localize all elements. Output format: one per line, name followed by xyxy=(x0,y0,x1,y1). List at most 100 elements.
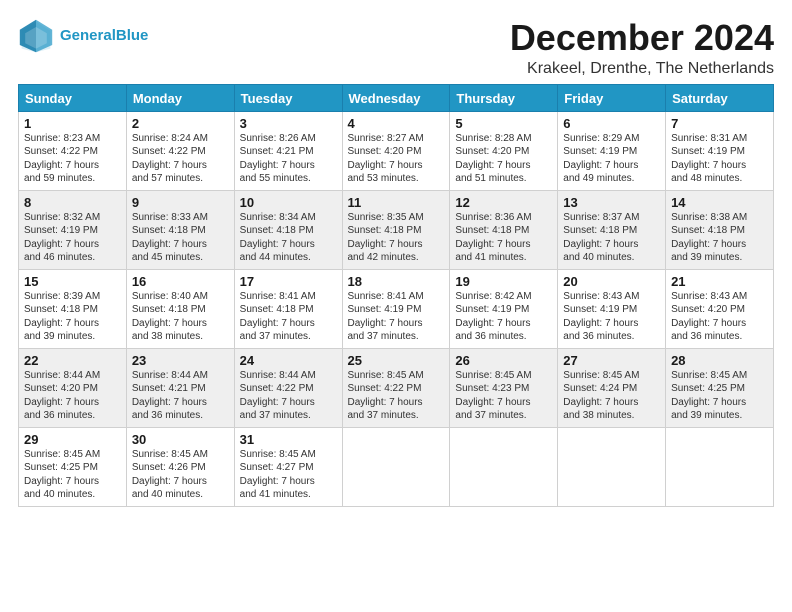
day-number: 13 xyxy=(563,195,660,210)
day-detail: Sunrise: 8:23 AMSunset: 4:22 PMDaylight:… xyxy=(24,132,121,186)
day-number: 2 xyxy=(132,116,229,131)
calendar-cell: 14 Sunrise: 8:38 AMSunset: 4:18 PMDaylig… xyxy=(666,190,774,269)
calendar-cell: 5 Sunrise: 8:28 AMSunset: 4:20 PMDayligh… xyxy=(450,111,558,190)
day-number: 21 xyxy=(671,274,768,289)
calendar: Sunday Monday Tuesday Wednesday Thursday… xyxy=(18,84,774,507)
day-number: 10 xyxy=(240,195,337,210)
day-number: 1 xyxy=(24,116,121,131)
day-number: 31 xyxy=(240,432,337,447)
day-number: 29 xyxy=(24,432,121,447)
day-number: 17 xyxy=(240,274,337,289)
day-number: 27 xyxy=(563,353,660,368)
logo-text: GeneralBlue xyxy=(60,28,148,45)
month-title: December 2024 xyxy=(510,18,774,58)
day-detail: Sunrise: 8:24 AMSunset: 4:22 PMDaylight:… xyxy=(132,132,229,186)
week-row-4: 22 Sunrise: 8:44 AMSunset: 4:20 PMDaylig… xyxy=(19,348,774,427)
logo-general: General xyxy=(60,27,116,44)
calendar-cell: 10 Sunrise: 8:34 AMSunset: 4:18 PMDaylig… xyxy=(234,190,342,269)
day-number: 23 xyxy=(132,353,229,368)
header-sunday: Sunday xyxy=(19,84,127,111)
page: GeneralBlue December 2024 Krakeel, Drent… xyxy=(0,0,792,612)
calendar-cell xyxy=(558,427,666,506)
header-tuesday: Tuesday xyxy=(234,84,342,111)
day-number: 25 xyxy=(348,353,445,368)
calendar-cell: 28 Sunrise: 8:45 AMSunset: 4:25 PMDaylig… xyxy=(666,348,774,427)
week-row-2: 8 Sunrise: 8:32 AMSunset: 4:19 PMDayligh… xyxy=(19,190,774,269)
day-detail: Sunrise: 8:32 AMSunset: 4:19 PMDaylight:… xyxy=(24,211,121,265)
day-detail: Sunrise: 8:43 AMSunset: 4:20 PMDaylight:… xyxy=(671,290,768,344)
day-detail: Sunrise: 8:43 AMSunset: 4:19 PMDaylight:… xyxy=(563,290,660,344)
day-number: 30 xyxy=(132,432,229,447)
calendar-cell: 31 Sunrise: 8:45 AMSunset: 4:27 PMDaylig… xyxy=(234,427,342,506)
calendar-cell: 9 Sunrise: 8:33 AMSunset: 4:18 PMDayligh… xyxy=(126,190,234,269)
calendar-cell: 17 Sunrise: 8:41 AMSunset: 4:18 PMDaylig… xyxy=(234,269,342,348)
day-detail: Sunrise: 8:45 AMSunset: 4:26 PMDaylight:… xyxy=(132,448,229,502)
day-number: 18 xyxy=(348,274,445,289)
calendar-cell: 23 Sunrise: 8:44 AMSunset: 4:21 PMDaylig… xyxy=(126,348,234,427)
day-number: 12 xyxy=(455,195,552,210)
calendar-cell: 26 Sunrise: 8:45 AMSunset: 4:23 PMDaylig… xyxy=(450,348,558,427)
day-detail: Sunrise: 8:31 AMSunset: 4:19 PMDaylight:… xyxy=(671,132,768,186)
day-detail: Sunrise: 8:37 AMSunset: 4:18 PMDaylight:… xyxy=(563,211,660,265)
location-title: Krakeel, Drenthe, The Netherlands xyxy=(510,60,774,78)
day-detail: Sunrise: 8:45 AMSunset: 4:27 PMDaylight:… xyxy=(240,448,337,502)
calendar-cell xyxy=(450,427,558,506)
logo-blue: Blue xyxy=(116,27,149,44)
calendar-cell: 19 Sunrise: 8:42 AMSunset: 4:19 PMDaylig… xyxy=(450,269,558,348)
calendar-cell: 7 Sunrise: 8:31 AMSunset: 4:19 PMDayligh… xyxy=(666,111,774,190)
day-detail: Sunrise: 8:34 AMSunset: 4:18 PMDaylight:… xyxy=(240,211,337,265)
logo-icon xyxy=(18,18,54,54)
calendar-cell: 27 Sunrise: 8:45 AMSunset: 4:24 PMDaylig… xyxy=(558,348,666,427)
day-number: 24 xyxy=(240,353,337,368)
title-block: December 2024 Krakeel, Drenthe, The Neth… xyxy=(510,18,774,78)
day-detail: Sunrise: 8:44 AMSunset: 4:20 PMDaylight:… xyxy=(24,369,121,423)
calendar-cell: 6 Sunrise: 8:29 AMSunset: 4:19 PMDayligh… xyxy=(558,111,666,190)
calendar-cell: 16 Sunrise: 8:40 AMSunset: 4:18 PMDaylig… xyxy=(126,269,234,348)
calendar-cell: 30 Sunrise: 8:45 AMSunset: 4:26 PMDaylig… xyxy=(126,427,234,506)
calendar-cell: 12 Sunrise: 8:36 AMSunset: 4:18 PMDaylig… xyxy=(450,190,558,269)
day-number: 5 xyxy=(455,116,552,131)
day-number: 28 xyxy=(671,353,768,368)
day-number: 15 xyxy=(24,274,121,289)
day-detail: Sunrise: 8:44 AMSunset: 4:22 PMDaylight:… xyxy=(240,369,337,423)
day-detail: Sunrise: 8:36 AMSunset: 4:18 PMDaylight:… xyxy=(455,211,552,265)
calendar-cell xyxy=(666,427,774,506)
header-friday: Friday xyxy=(558,84,666,111)
day-detail: Sunrise: 8:33 AMSunset: 4:18 PMDaylight:… xyxy=(132,211,229,265)
day-number: 4 xyxy=(348,116,445,131)
calendar-cell: 15 Sunrise: 8:39 AMSunset: 4:18 PMDaylig… xyxy=(19,269,127,348)
weekday-header-row: Sunday Monday Tuesday Wednesday Thursday… xyxy=(19,84,774,111)
day-detail: Sunrise: 8:45 AMSunset: 4:22 PMDaylight:… xyxy=(348,369,445,423)
day-number: 14 xyxy=(671,195,768,210)
week-row-5: 29 Sunrise: 8:45 AMSunset: 4:25 PMDaylig… xyxy=(19,427,774,506)
day-detail: Sunrise: 8:38 AMSunset: 4:18 PMDaylight:… xyxy=(671,211,768,265)
calendar-cell: 2 Sunrise: 8:24 AMSunset: 4:22 PMDayligh… xyxy=(126,111,234,190)
day-number: 9 xyxy=(132,195,229,210)
day-number: 3 xyxy=(240,116,337,131)
header-wednesday: Wednesday xyxy=(342,84,450,111)
calendar-cell: 8 Sunrise: 8:32 AMSunset: 4:19 PMDayligh… xyxy=(19,190,127,269)
calendar-cell: 25 Sunrise: 8:45 AMSunset: 4:22 PMDaylig… xyxy=(342,348,450,427)
day-detail: Sunrise: 8:29 AMSunset: 4:19 PMDaylight:… xyxy=(563,132,660,186)
day-detail: Sunrise: 8:45 AMSunset: 4:25 PMDaylight:… xyxy=(671,369,768,423)
day-number: 16 xyxy=(132,274,229,289)
day-detail: Sunrise: 8:39 AMSunset: 4:18 PMDaylight:… xyxy=(24,290,121,344)
header-saturday: Saturday xyxy=(666,84,774,111)
calendar-cell: 13 Sunrise: 8:37 AMSunset: 4:18 PMDaylig… xyxy=(558,190,666,269)
day-detail: Sunrise: 8:40 AMSunset: 4:18 PMDaylight:… xyxy=(132,290,229,344)
day-number: 22 xyxy=(24,353,121,368)
day-number: 11 xyxy=(348,195,445,210)
day-detail: Sunrise: 8:41 AMSunset: 4:19 PMDaylight:… xyxy=(348,290,445,344)
day-detail: Sunrise: 8:45 AMSunset: 4:25 PMDaylight:… xyxy=(24,448,121,502)
header-monday: Monday xyxy=(126,84,234,111)
calendar-cell: 20 Sunrise: 8:43 AMSunset: 4:19 PMDaylig… xyxy=(558,269,666,348)
day-detail: Sunrise: 8:27 AMSunset: 4:20 PMDaylight:… xyxy=(348,132,445,186)
calendar-cell: 21 Sunrise: 8:43 AMSunset: 4:20 PMDaylig… xyxy=(666,269,774,348)
day-detail: Sunrise: 8:28 AMSunset: 4:20 PMDaylight:… xyxy=(455,132,552,186)
day-number: 7 xyxy=(671,116,768,131)
day-number: 6 xyxy=(563,116,660,131)
calendar-cell: 18 Sunrise: 8:41 AMSunset: 4:19 PMDaylig… xyxy=(342,269,450,348)
day-detail: Sunrise: 8:41 AMSunset: 4:18 PMDaylight:… xyxy=(240,290,337,344)
week-row-3: 15 Sunrise: 8:39 AMSunset: 4:18 PMDaylig… xyxy=(19,269,774,348)
day-detail: Sunrise: 8:42 AMSunset: 4:19 PMDaylight:… xyxy=(455,290,552,344)
